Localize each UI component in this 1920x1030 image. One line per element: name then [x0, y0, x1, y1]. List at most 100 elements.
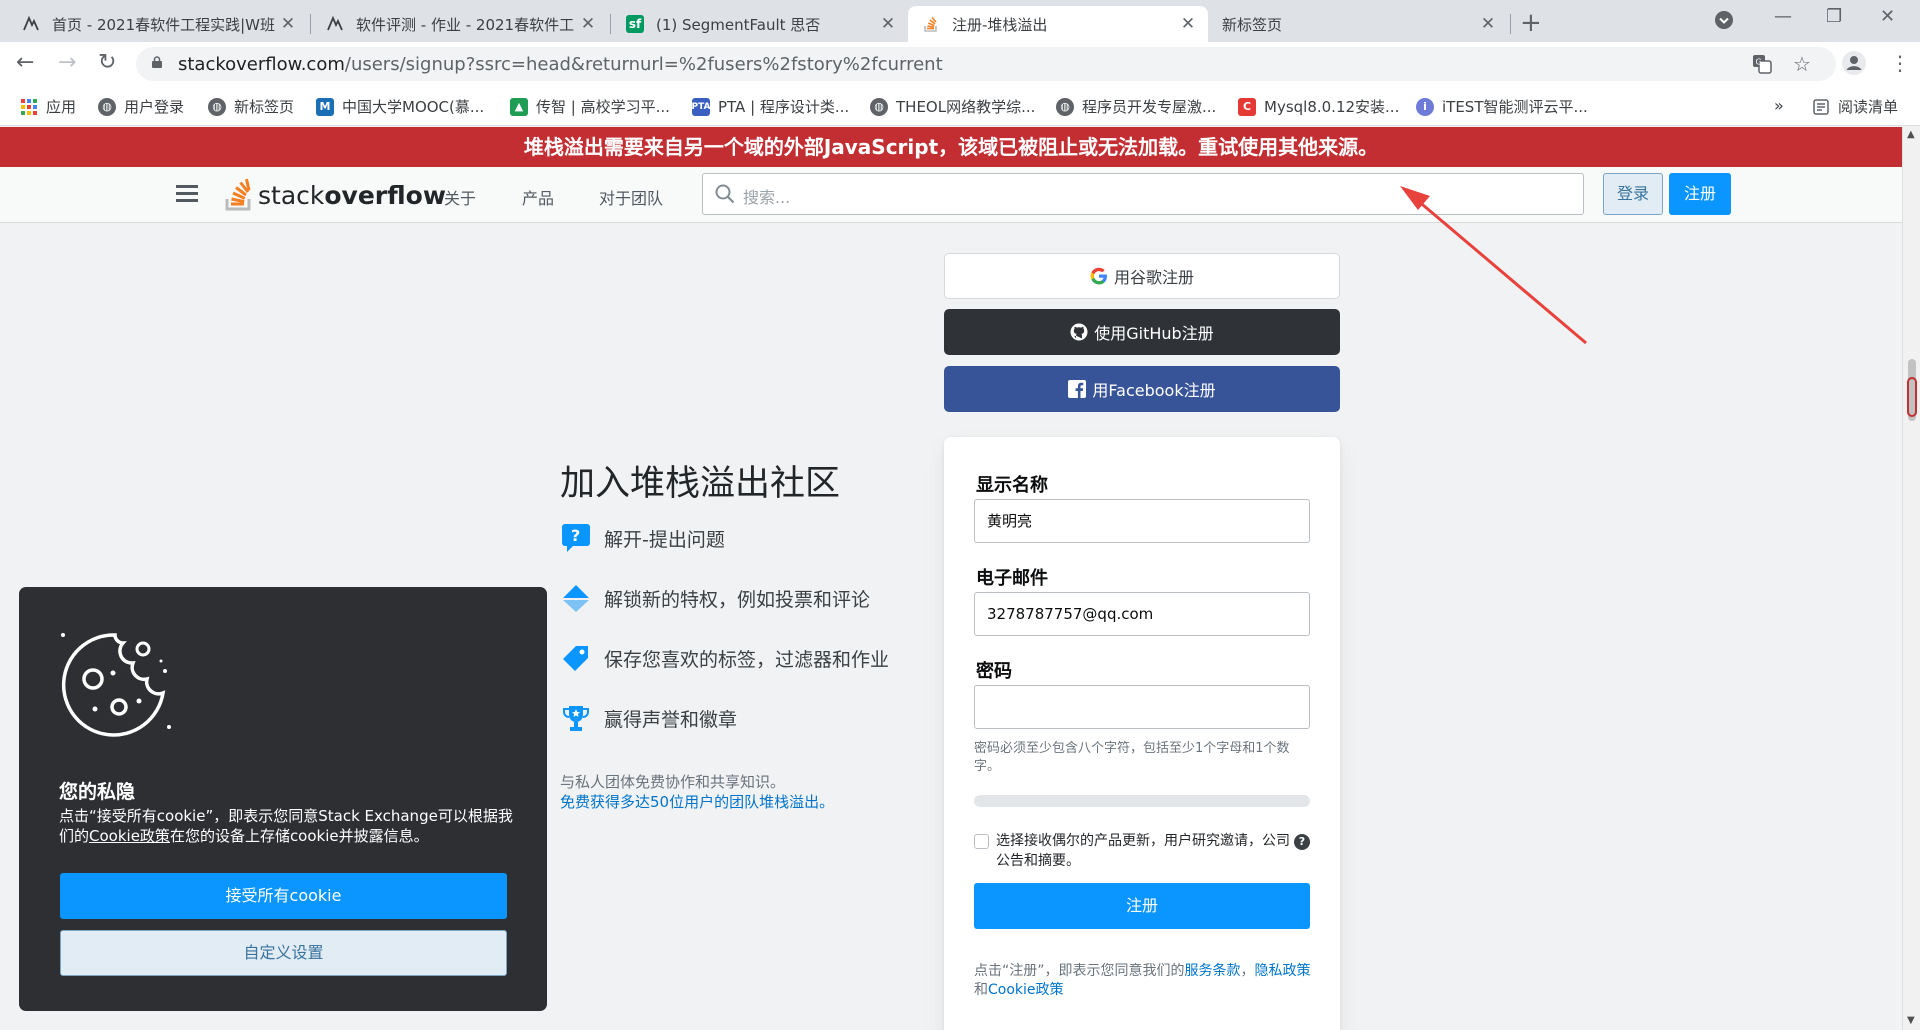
bookmark-apps[interactable]: 应用: [20, 96, 76, 117]
close-icon[interactable]: ✕: [1178, 14, 1198, 34]
reading-list-label: 阅读清单: [1838, 98, 1899, 116]
privacy-link[interactable]: 隐私政策: [1255, 963, 1311, 979]
globe-icon: ◍: [870, 97, 888, 116]
pitch-item-text: 解开-提出问题: [604, 528, 725, 551]
google-signup-button[interactable]: 用谷歌注册: [944, 253, 1340, 299]
search-input[interactable]: 搜索...: [702, 173, 1584, 215]
close-icon[interactable]: ✕: [578, 14, 598, 34]
signup-button-top[interactable]: 注册: [1669, 173, 1731, 215]
pitch-item-text: 解锁新的特权，例如投票和评论: [604, 588, 871, 611]
legal-separator: ，: [1240, 963, 1255, 979]
cookie-title: 您的私隐: [59, 781, 136, 803]
opt-in-checkbox[interactable]: [974, 834, 989, 849]
window-close-icon[interactable]: ✕: [1880, 6, 1895, 27]
pitch-item-text: 保存您喜欢的标签，过滤器和作业: [604, 648, 890, 671]
opt-in-label[interactable]: 选择接收偶尔的产品更新，用户研究邀请，公司公告和摘要。: [996, 831, 1296, 871]
address-toolbar: ← → ↻ stackoverflow.com/users/signup?ssr…: [0, 42, 1920, 86]
legal-and: 和: [974, 982, 988, 998]
back-icon[interactable]: ←: [16, 50, 34, 75]
forward-icon[interactable]: →: [58, 50, 76, 75]
scroll-down-arrow-icon[interactable]: ▼: [1907, 1015, 1915, 1026]
hamburger-menu-icon[interactable]: [176, 185, 198, 203]
teams-note: 与私人团体免费协作和共享知识。 免费获得多达50位用户的团队堆栈溢出。: [560, 772, 834, 812]
facebook-signup-button[interactable]: 用Facebook注册: [944, 366, 1340, 412]
cookie-text: 点击“接受所有cookie”，即表示您同意Stack Exchange可以根据我…: [59, 806, 519, 846]
bookmark-item[interactable]: PTA PTA | 程序设计类...: [692, 96, 849, 117]
address-bar[interactable]: stackoverflow.com/users/signup?ssrc=head…: [136, 47, 1836, 81]
close-icon[interactable]: ✕: [278, 14, 298, 34]
cookie-policy-link[interactable]: Cookie政策: [988, 982, 1064, 998]
bookmark-item[interactable]: i iTEST智能测评云平...: [1416, 96, 1588, 117]
signup-form: 显示名称 黄明亮 电子邮件 3278787757@qq.com 密码 密码必须至…: [944, 437, 1340, 1030]
tab-title: 软件评测 - 作业 - 2021春软件工: [356, 15, 575, 34]
minimize-icon[interactable]: —: [1774, 6, 1792, 27]
email-field[interactable]: 3278787757@qq.com: [974, 592, 1310, 636]
bookmark-item[interactable]: ◍ 新标签页: [208, 96, 294, 117]
itest-icon: i: [1416, 97, 1434, 116]
help-icon[interactable]: ?: [1294, 834, 1310, 850]
password-field[interactable]: [974, 685, 1310, 729]
cookie-consent-dialog: 您的私隐 点击“接受所有cookie”，即表示您同意Stack Exchange…: [19, 587, 547, 1011]
new-tab-button[interactable]: +: [1520, 8, 1542, 38]
page-scrollbar[interactable]: ▲ ▼: [1902, 127, 1920, 1030]
bookmark-label: 新标签页: [234, 98, 295, 116]
scroll-up-arrow-icon[interactable]: ▲: [1907, 129, 1915, 140]
profile-avatar-icon[interactable]: [1842, 51, 1866, 80]
browser-tab-active[interactable]: 注册-堆栈溢出 ✕: [908, 6, 1208, 42]
display-name-field[interactable]: 黄明亮: [974, 499, 1310, 543]
teams-free-link[interactable]: 免费获得多达50位用户的团队堆栈溢出。: [560, 792, 834, 812]
customize-cookies-button[interactable]: 自定义设置: [60, 930, 507, 976]
url-text: stackoverflow.com/users/signup?ssrc=head…: [178, 54, 943, 75]
so-logo[interactable]: stackoverflow: [224, 175, 446, 215]
google-icon: [1090, 267, 1108, 285]
lock-icon[interactable]: [152, 56, 162, 68]
github-icon: [1070, 323, 1088, 341]
chuanzhi-icon: ▲: [510, 97, 528, 116]
close-icon[interactable]: ✕: [1478, 14, 1498, 34]
svg-text:?: ?: [571, 526, 580, 545]
bookmark-star-icon[interactable]: ☆: [1793, 52, 1811, 76]
cookie-policy-link[interactable]: Cookie政策: [89, 827, 170, 845]
translate-icon[interactable]: G: [1752, 54, 1772, 79]
tab-search-icon[interactable]: [1714, 10, 1734, 35]
teams-note-text: 与私人团体免费协作和共享知识。: [560, 773, 786, 791]
github-signup-button[interactable]: 使用GitHub注册: [944, 309, 1340, 355]
bookmark-item[interactable]: C Mysql8.0.12安装...: [1238, 96, 1399, 117]
nav-for-teams[interactable]: 对于团队: [599, 185, 663, 209]
reload-icon[interactable]: ↻: [98, 50, 116, 75]
password-hint: 密码必须至少包含八个字符，包括至少1个字母和1个数字。: [974, 741, 1290, 774]
vote-arrows-icon: [560, 582, 592, 614]
apps-icon: [20, 98, 38, 116]
bookmark-label: iTEST智能测评云平...: [1442, 98, 1588, 116]
bookmark-item[interactable]: M 中国大学MOOC(慕...: [316, 96, 484, 117]
pitch-item: 解锁新的特权，例如投票和评论: [560, 582, 870, 614]
cookie-icon: [61, 633, 171, 737]
nav-products[interactable]: 产品: [522, 185, 554, 209]
browser-tab[interactable]: sf (1) SegmentFault 思否 ✕: [612, 6, 908, 42]
tab-title: 首页 - 2021春软件工程实践|W班: [52, 15, 276, 34]
browser-tab[interactable]: 首页 - 2021春软件工程实践|W班 ✕: [8, 6, 308, 42]
search-placeholder: 搜索...: [743, 188, 791, 207]
nav-about[interactable]: 关于: [444, 185, 476, 209]
tab-title: 新标签页: [1222, 15, 1283, 34]
bookmark-item[interactable]: ◍ 程序员开发专屋激...: [1056, 96, 1216, 117]
bookmarks-overflow-button[interactable]: »: [1774, 96, 1784, 115]
menu-kebab-icon[interactable]: ⋮: [1890, 51, 1910, 75]
bookmark-item[interactable]: ◍ THEOL网络教学综...: [870, 96, 1035, 117]
browser-tab[interactable]: 新标签页 ✕: [1208, 6, 1508, 42]
pta-icon: PTA: [692, 97, 711, 116]
close-icon[interactable]: ✕: [878, 14, 898, 34]
bookmark-item[interactable]: ▲ 传智 | 高校学习平...: [510, 96, 670, 117]
tab-separator: [610, 14, 611, 34]
restore-icon[interactable]: ❐: [1826, 6, 1842, 27]
bookmark-label: PTA | 程序设计类...: [718, 98, 850, 116]
facebook-signup-label: 用Facebook注册: [1092, 381, 1216, 400]
globe-icon: ◍: [208, 97, 226, 116]
login-button[interactable]: 登录: [1603, 173, 1663, 215]
submit-signup-button[interactable]: 注册: [974, 883, 1310, 929]
bookmark-item[interactable]: ◍ 用户登录: [98, 96, 184, 117]
browser-tab[interactable]: 软件评测 - 作业 - 2021春软件工 ✕: [312, 6, 608, 42]
reading-list-button[interactable]: 阅读清单: [1812, 96, 1898, 117]
accept-all-cookies-button[interactable]: 接受所有cookie: [60, 873, 507, 919]
terms-link[interactable]: 服务条款: [1185, 963, 1241, 979]
